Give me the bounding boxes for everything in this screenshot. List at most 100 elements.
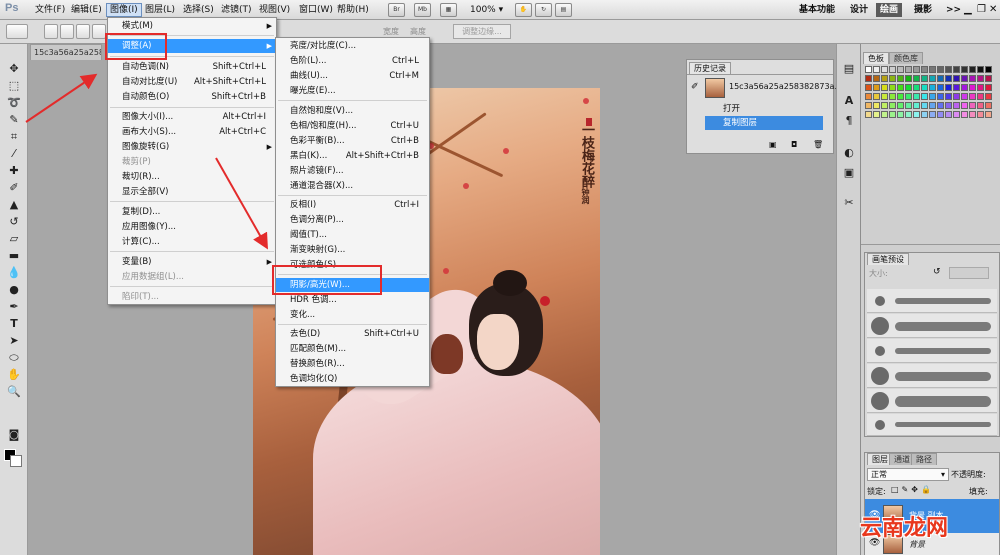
color-swatch[interactable] bbox=[881, 111, 888, 118]
color-swatch[interactable] bbox=[881, 75, 888, 82]
menu-select[interactable]: 选择(S) bbox=[180, 3, 217, 17]
color-swatch[interactable] bbox=[945, 66, 952, 73]
swatches-tab[interactable]: 色板 bbox=[863, 52, 889, 64]
history-entry-selected[interactable]: 复制图层 bbox=[705, 116, 823, 130]
submenu-item-equalize[interactable]: 色调均化(Q) bbox=[276, 372, 429, 386]
submenu-item-invert[interactable]: 反相(I) Ctrl+I bbox=[276, 198, 429, 212]
color-swatch[interactable] bbox=[913, 75, 920, 82]
shape-tool-icon[interactable]: ⬭ bbox=[6, 351, 22, 365]
rotate-view-icon[interactable]: ↻ bbox=[535, 3, 552, 17]
color-swatch[interactable] bbox=[865, 102, 872, 109]
brush-preset-row[interactable] bbox=[867, 389, 997, 413]
color-swatch[interactable] bbox=[921, 84, 928, 91]
eraser-tool-icon[interactable]: ▱ bbox=[6, 232, 22, 246]
tools-icon[interactable]: ✂ bbox=[841, 196, 857, 210]
color-library-tab[interactable]: 颜色库 bbox=[889, 52, 923, 64]
menu-item-variables[interactable]: 变量(B) ▶ bbox=[108, 255, 276, 269]
menu-item-auto-tone[interactable]: 自动色调(N) Shift+Ctrl+L bbox=[108, 60, 276, 74]
submenu-item-desaturate[interactable]: 去色(D) Shift+Ctrl+U bbox=[276, 327, 429, 341]
submenu-item-levels[interactable]: 色阶(L)... Ctrl+L bbox=[276, 54, 429, 68]
color-swatch[interactable] bbox=[921, 75, 928, 82]
color-swatch[interactable] bbox=[921, 66, 928, 73]
color-swatch[interactable] bbox=[881, 93, 888, 100]
submenu-item-posterize[interactable]: 色调分离(P)... bbox=[276, 213, 429, 227]
dodge-tool-icon[interactable]: ● bbox=[6, 283, 22, 297]
move-tool-icon[interactable]: ✥ bbox=[6, 62, 22, 76]
bridge-button[interactable]: Br bbox=[388, 3, 405, 17]
color-swatch[interactable] bbox=[881, 84, 888, 91]
color-swatch[interactable] bbox=[905, 102, 912, 109]
color-swatch[interactable] bbox=[897, 93, 904, 100]
color-swatch[interactable] bbox=[873, 84, 880, 91]
workspace-painting[interactable]: 绘画 bbox=[876, 3, 903, 17]
submenu-item-hue-saturation[interactable]: 色相/饱和度(H)... Ctrl+U bbox=[276, 119, 429, 133]
color-swatch[interactable] bbox=[985, 75, 992, 82]
menu-item-duplicate[interactable]: 复制(D)... bbox=[108, 205, 276, 219]
zoom-tool-icon[interactable]: 🔍 bbox=[6, 385, 22, 399]
gradient-tool-icon[interactable]: ▬ bbox=[6, 249, 22, 263]
swatch-grid[interactable] bbox=[865, 66, 997, 122]
minibridge-button[interactable]: Mb bbox=[414, 3, 431, 17]
menu-edit[interactable]: 编辑(E) bbox=[68, 3, 105, 17]
color-swatch[interactable] bbox=[865, 93, 872, 100]
color-swatch[interactable] bbox=[889, 75, 896, 82]
color-swatch[interactable] bbox=[897, 75, 904, 82]
new-selection-icon[interactable] bbox=[44, 24, 58, 39]
healing-tool-icon[interactable]: ✚ bbox=[6, 164, 22, 178]
menu-view[interactable]: 视图(V) bbox=[256, 3, 293, 17]
menu-help[interactable]: 帮助(H) bbox=[334, 3, 372, 17]
history-entry[interactable]: 打开 bbox=[705, 102, 823, 116]
workspace-design[interactable]: 设计 bbox=[846, 3, 872, 17]
color-swatch[interactable] bbox=[937, 111, 944, 118]
menu-item-canvas-size[interactable]: 画布大小(S)... Alt+Ctrl+C bbox=[108, 125, 276, 139]
brush-preset-row[interactable] bbox=[867, 364, 997, 388]
color-swatch[interactable] bbox=[889, 66, 896, 73]
color-swatch[interactable] bbox=[929, 93, 936, 100]
refine-edge-button[interactable]: 调整边缘... bbox=[453, 24, 511, 39]
brush-size-input[interactable] bbox=[949, 267, 989, 279]
color-swatch[interactable] bbox=[985, 111, 992, 118]
color-swatch[interactable] bbox=[985, 84, 992, 91]
submenu-item-match-color[interactable]: 匹配颜色(M)... bbox=[276, 342, 429, 356]
color-swatch[interactable] bbox=[905, 84, 912, 91]
color-swatch[interactable] bbox=[985, 66, 992, 73]
brush-preset-row[interactable] bbox=[867, 414, 997, 436]
color-swatch[interactable] bbox=[937, 66, 944, 73]
brush-clone-icon[interactable]: ▣ bbox=[841, 166, 857, 180]
menu-item-auto-color[interactable]: 自动颜色(O) Shift+Ctrl+B bbox=[108, 90, 276, 104]
color-swatch[interactable] bbox=[921, 111, 928, 118]
menu-image[interactable]: 图像(I) bbox=[106, 3, 142, 17]
color-swatch[interactable] bbox=[873, 93, 880, 100]
color-swatch[interactable] bbox=[961, 75, 968, 82]
color-swatch[interactable] bbox=[929, 102, 936, 109]
color-swatch[interactable] bbox=[881, 102, 888, 109]
submenu-item-threshold[interactable]: 阈值(T)... bbox=[276, 228, 429, 242]
reset-size-icon[interactable]: ↺ bbox=[933, 267, 941, 277]
color-swatch[interactable] bbox=[953, 93, 960, 100]
color-swatch[interactable] bbox=[961, 93, 968, 100]
submenu-item-curves[interactable]: 曲线(U)... Ctrl+M bbox=[276, 69, 429, 83]
blend-mode-select[interactable]: 正常 ▾ bbox=[867, 468, 949, 481]
color-swatch[interactable] bbox=[929, 111, 936, 118]
menu-item-reveal-all[interactable]: 显示全部(V) bbox=[108, 185, 276, 199]
color-swatch[interactable] bbox=[897, 111, 904, 118]
color-swatch[interactable] bbox=[945, 111, 952, 118]
color-swatch[interactable] bbox=[985, 93, 992, 100]
submenu-item-photo-filter[interactable]: 照片滤镜(F)... bbox=[276, 164, 429, 178]
lock-icons[interactable]: □✎✥🔒 bbox=[891, 485, 934, 494]
intersect-selection-icon[interactable] bbox=[92, 24, 106, 39]
menu-item-trim[interactable]: 裁切(R)... bbox=[108, 170, 276, 184]
color-swatch[interactable] bbox=[913, 111, 920, 118]
menu-window[interactable]: 窗口(W) bbox=[296, 3, 336, 17]
tool-presets-icon[interactable]: ◐ bbox=[841, 146, 857, 160]
color-swatch[interactable] bbox=[945, 93, 952, 100]
history-brush-source-icon[interactable]: ✐ bbox=[691, 82, 699, 92]
blur-tool-icon[interactable]: 💧 bbox=[6, 266, 22, 280]
submenu-item-gradient-map[interactable]: 渐变映射(G)... bbox=[276, 243, 429, 257]
color-swatch[interactable] bbox=[873, 66, 880, 73]
color-swatch[interactable] bbox=[985, 102, 992, 109]
color-swatch[interactable] bbox=[913, 93, 920, 100]
marquee-preset-icon[interactable] bbox=[6, 24, 28, 39]
new-document-from-state-icon[interactable]: ▣ bbox=[769, 140, 777, 149]
color-swatch[interactable] bbox=[961, 84, 968, 91]
